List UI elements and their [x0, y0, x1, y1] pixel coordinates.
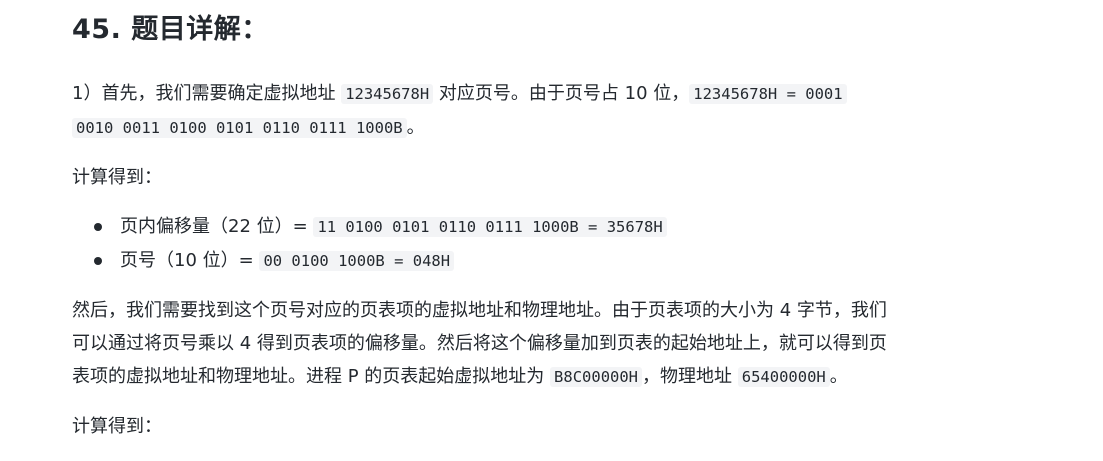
result-list: 页内偏移量（22 位）= 11 0100 0101 0110 0111 1000…	[72, 210, 1032, 278]
step2-paragraph: 然后，我们需要找到这个页号对应的页表项的虚拟地址和物理地址。由于页表项的大小为 …	[72, 294, 1032, 394]
text: ，物理地址	[642, 366, 738, 387]
text: 页号（10 位）=	[120, 250, 260, 271]
text: 。	[829, 366, 848, 387]
inline-code: 0010 0011 0100 0101 0110 0111 1000B	[72, 118, 407, 138]
answer-content: 45. 题目详解： 1）首先，我们需要确定虚拟地址 12345678H 对应页号…	[72, 0, 1032, 443]
inline-code: 65400000H	[737, 367, 830, 387]
text: 可以通过将页号乘以 4 得到页表项的偏移量。然后将这个偏移量加到页表的起始地址上…	[72, 333, 887, 354]
inline-code: 12345678H = 0001	[689, 84, 847, 104]
calc-label: 计算得到：	[72, 167, 162, 188]
text: 表项的虚拟地址和物理地址。进程 P 的页表起始虚拟地址为	[72, 366, 551, 387]
inline-code: 12345678H	[341, 84, 434, 104]
list-item: 页号（10 位）= 00 0100 1000B = 048H	[94, 244, 1032, 278]
calc-label: 计算得到：	[72, 416, 162, 437]
inline-code: 11 0100 0101 0110 0111 1000B = 35678H	[313, 217, 667, 237]
text: 。	[406, 117, 425, 138]
bullet-icon	[94, 257, 102, 265]
inline-code: 00 0100 1000B = 048H	[259, 251, 455, 271]
bullet-icon	[94, 223, 102, 231]
text: 页内偏移量（22 位）=	[120, 216, 314, 237]
inline-code: B8C00000H	[550, 367, 643, 387]
text: 对应页号。由于页号占 10 位，	[433, 83, 690, 104]
step1-paragraph: 1）首先，我们需要确定虚拟地址 12345678H 对应页号。由于页号占 10 …	[72, 77, 1032, 145]
text: 1）首先，我们需要确定虚拟地址	[72, 83, 342, 104]
text: 然后，我们需要找到这个页号对应的页表项的虚拟地址和物理地址。由于页表项的大小为 …	[72, 300, 887, 321]
list-item: 页内偏移量（22 位）= 11 0100 0101 0110 0111 1000…	[94, 210, 1032, 244]
question-heading: 45. 题目详解：	[72, 14, 269, 45]
